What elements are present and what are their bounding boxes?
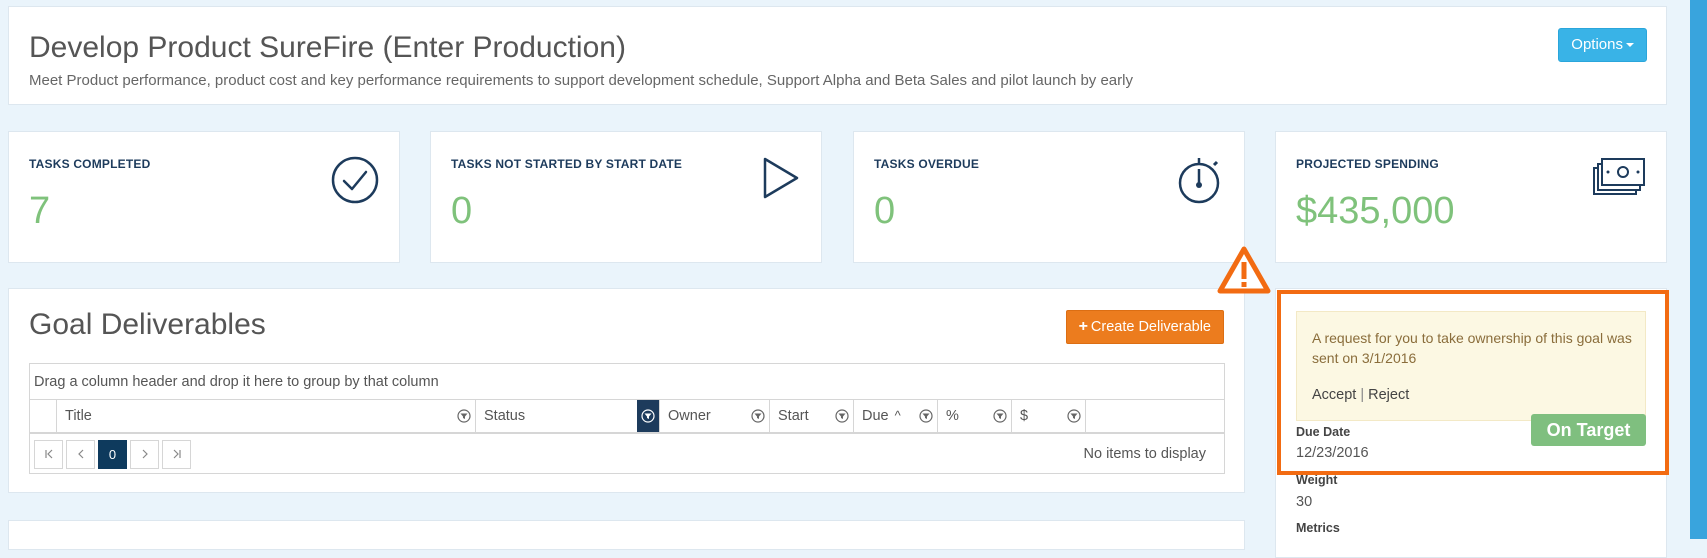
grid-header-row: Title Status Owner Start Due ^ % $ [30, 400, 1224, 434]
no-items-message: No items to display [1083, 446, 1207, 462]
money-icon [1593, 158, 1645, 195]
chevron-right-icon [142, 449, 148, 459]
options-label: Options [1571, 36, 1623, 53]
column-header-status[interactable]: Status [475, 400, 659, 432]
column-label: $ [1020, 408, 1029, 424]
column-header-start[interactable]: Start [769, 400, 853, 432]
scrollbar[interactable] [1690, 0, 1707, 539]
page-title: Develop Product SureFire (Enter Producti… [29, 31, 626, 64]
stat-card-tasks-completed: TASKS COMPLETED 7 [8, 131, 400, 263]
stat-label: TASKS COMPLETED [29, 157, 151, 171]
filter-icon[interactable] [1067, 409, 1081, 423]
group-drop-area[interactable]: Drag a column header and drop it here to… [30, 364, 1224, 400]
filter-icon[interactable] [835, 409, 849, 423]
bottom-panel [8, 520, 1245, 550]
deliverables-title: Goal Deliverables [29, 308, 266, 341]
column-header-cost[interactable]: $ [1011, 400, 1085, 432]
deliverables-grid: Drag a column header and drop it here to… [29, 363, 1225, 474]
stat-label: TASKS NOT STARTED BY START DATE [451, 157, 683, 171]
stat-value: 7 [29, 190, 51, 232]
grid-pager: 0 No items to display [30, 434, 1224, 474]
stat-label: PROJECTED SPENDING [1296, 157, 1439, 171]
stopwatch-icon [1178, 158, 1220, 204]
stat-card-projected-spending: PROJECTED SPENDING $435,000 [1275, 131, 1667, 263]
column-header-due[interactable]: Due ^ [853, 400, 937, 432]
current-page[interactable]: 0 [98, 440, 127, 469]
column-label: Due [862, 408, 889, 424]
column-label: Status [484, 408, 526, 424]
column-label: % [946, 408, 959, 424]
goal-header-panel: Develop Product SureFire (Enter Producti… [8, 6, 1667, 105]
stat-value: 0 [874, 190, 896, 232]
goal-description: Meet Product performance, product cost a… [29, 72, 1133, 89]
next-page-button[interactable] [130, 440, 159, 469]
warning-icon [1217, 246, 1271, 294]
metrics-label: Metrics [1296, 521, 1340, 535]
caret-down-icon [1626, 43, 1634, 48]
goal-deliverables-panel: Goal Deliverables + Create Deliverable Dr… [8, 288, 1245, 493]
create-deliverable-label: Create Deliverable [1090, 319, 1211, 335]
last-page-button[interactable] [162, 440, 191, 469]
column-header-owner[interactable]: Owner [659, 400, 769, 432]
column-header-percent[interactable]: % [937, 400, 1011, 432]
weight-label: Weight [1296, 473, 1338, 487]
create-deliverable-button[interactable]: + Create Deliverable [1065, 310, 1224, 344]
filter-icon-active[interactable] [637, 400, 659, 432]
column-header-title[interactable]: Title [56, 400, 475, 432]
grid-header-filler [1085, 400, 1224, 432]
chevron-left-icon [77, 449, 83, 459]
column-label: Owner [668, 408, 711, 424]
highlight-frame [1277, 290, 1669, 475]
filter-icon[interactable] [751, 409, 765, 423]
stat-value: $435,000 [1296, 190, 1455, 232]
sort-ascending-icon: ^ [894, 408, 901, 423]
column-label: Title [65, 408, 92, 424]
first-page-icon [44, 449, 52, 459]
plus-icon: + [1078, 318, 1088, 335]
filter-icon[interactable] [993, 409, 1007, 423]
filter-icon[interactable] [919, 409, 933, 423]
grid-header-spacer [30, 400, 56, 432]
stat-label: TASKS OVERDUE [874, 157, 980, 171]
stat-value: 0 [451, 190, 473, 232]
last-page-icon [173, 449, 181, 459]
options-button[interactable]: Options [1558, 28, 1647, 62]
check-circle-icon [331, 156, 379, 204]
play-icon [763, 157, 799, 199]
previous-page-button[interactable] [66, 440, 95, 469]
first-page-button[interactable] [34, 440, 63, 469]
stat-card-tasks-not-started: TASKS NOT STARTED BY START DATE 0 [430, 131, 822, 263]
filter-icon[interactable] [457, 409, 471, 423]
weight-value: 30 [1296, 494, 1313, 510]
column-label: Start [778, 408, 809, 424]
stat-card-tasks-overdue: TASKS OVERDUE 0 [853, 131, 1245, 263]
